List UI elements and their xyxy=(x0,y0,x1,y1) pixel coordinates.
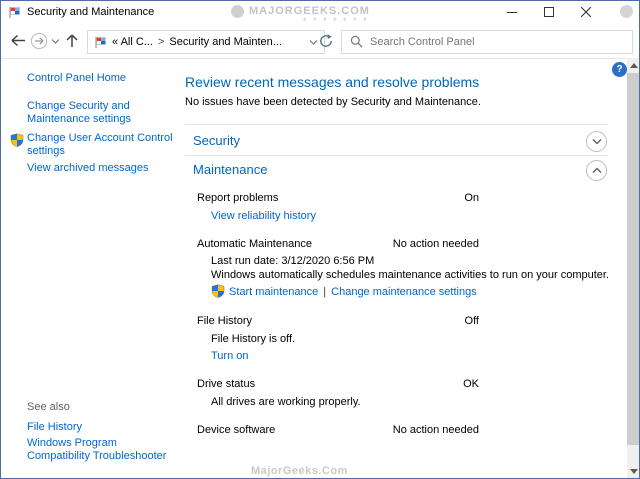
vertical-scrollbar[interactable] xyxy=(627,58,640,479)
status-message: No issues have been detected by Security… xyxy=(185,96,481,108)
help-button[interactable]: ? xyxy=(612,62,627,77)
uac-shield-icon xyxy=(10,133,24,147)
scrollbar-thumb[interactable] xyxy=(627,73,640,445)
search-box xyxy=(341,30,633,54)
recent-locations-button[interactable] xyxy=(51,38,60,45)
automatic-maintenance-label: Automatic Maintenance xyxy=(197,238,312,250)
drive-status-value: OK xyxy=(341,378,479,390)
file-history-label: File History xyxy=(197,315,252,327)
sidebar-item-change-uac-settings[interactable]: Change User Account Control settings xyxy=(27,132,179,158)
chevron-up-icon xyxy=(592,167,602,174)
majorgeeks-logo-icon xyxy=(231,5,244,18)
section-divider xyxy=(185,155,608,156)
section-divider xyxy=(185,124,608,125)
search-input[interactable] xyxy=(368,31,630,53)
report-problems-value: On xyxy=(341,192,479,204)
title-bar: Security and Maintenance MAJORGEEKS.COM … xyxy=(1,1,639,24)
view-reliability-history-link[interactable]: View reliability history xyxy=(211,210,316,222)
maintenance-links-row: Start maintenance | Change maintenance s… xyxy=(229,286,477,298)
sidebar-item-control-panel-home[interactable]: Control Panel Home xyxy=(27,72,179,85)
uac-shield-icon xyxy=(211,284,225,298)
see-also-heading: See also xyxy=(27,401,70,413)
scroll-down-icon xyxy=(630,469,638,474)
drive-status-label: Drive status xyxy=(197,378,255,390)
refresh-button[interactable] xyxy=(315,30,337,52)
file-history-detail: File History is off. xyxy=(211,333,295,345)
breadcrumb-separator: > xyxy=(158,36,164,48)
security-expand-button[interactable] xyxy=(586,131,607,152)
start-maintenance-link[interactable]: Start maintenance xyxy=(229,286,318,298)
breadcrumb-flag-icon xyxy=(94,36,107,49)
address-bar[interactable]: « All C... > Security and Mainten... xyxy=(87,30,325,54)
breadcrumb-current-item[interactable]: Security and Mainten... xyxy=(169,36,282,48)
close-button[interactable] xyxy=(567,1,604,23)
drive-status-detail: All drives are working properly. xyxy=(211,396,361,408)
sidebar-item-change-security-maintenance-settings[interactable]: Change Security and Maintenance settings xyxy=(27,100,179,126)
turn-on-link[interactable]: Turn on xyxy=(211,350,249,362)
file-history-value: Off xyxy=(341,315,479,327)
scroll-down-button[interactable] xyxy=(627,464,640,479)
security-and-maintenance-window: Security and Maintenance MAJORGEEKS.COM … xyxy=(0,0,640,479)
majorgeeks-corner-logo-icon xyxy=(620,5,633,18)
scroll-up-icon xyxy=(630,63,638,68)
scroll-up-button[interactable] xyxy=(627,58,640,73)
link-divider: | xyxy=(323,286,326,298)
last-run-date-text: Last run date: 3/12/2020 6:56 PM xyxy=(211,255,374,267)
device-software-value: No action needed xyxy=(341,424,479,436)
majorgeeks-watermark-bottom: MajorGeeks.Com xyxy=(251,465,348,477)
sidebar-item-view-archived-messages[interactable]: View archived messages xyxy=(27,162,179,175)
sidebar-item-program-compatibility-troubleshooter[interactable]: Windows Program Compatibility Troublesho… xyxy=(27,437,179,463)
report-problems-label: Report problems xyxy=(197,192,278,204)
page-title: Review recent messages and resolve probl… xyxy=(185,74,479,90)
security-flag-icon xyxy=(8,6,21,19)
forward-button[interactable] xyxy=(30,32,48,50)
automatic-maintenance-value: No action needed xyxy=(341,238,479,250)
device-software-label: Device software xyxy=(197,424,275,436)
minimize-button[interactable] xyxy=(493,1,530,23)
change-maintenance-settings-link[interactable]: Change maintenance settings xyxy=(331,286,477,298)
up-button[interactable] xyxy=(64,33,80,48)
maintenance-collapse-button[interactable] xyxy=(586,160,607,181)
security-section-header[interactable]: Security xyxy=(193,133,240,148)
chevron-down-icon xyxy=(592,138,602,145)
breadcrumb-overflow-item[interactable]: « All C... xyxy=(112,36,153,48)
maximize-button[interactable] xyxy=(530,1,567,23)
maintenance-section-header[interactable]: Maintenance xyxy=(193,162,267,177)
back-button[interactable] xyxy=(9,33,26,48)
maintenance-description-text: Windows automatically schedules maintena… xyxy=(211,269,609,281)
sidebar-item-file-history[interactable]: File History xyxy=(27,421,179,434)
window-title: Security and Maintenance xyxy=(27,6,154,18)
search-icon xyxy=(350,35,363,51)
navigation-toolbar: « All C... > Security and Mainten... xyxy=(1,24,639,59)
